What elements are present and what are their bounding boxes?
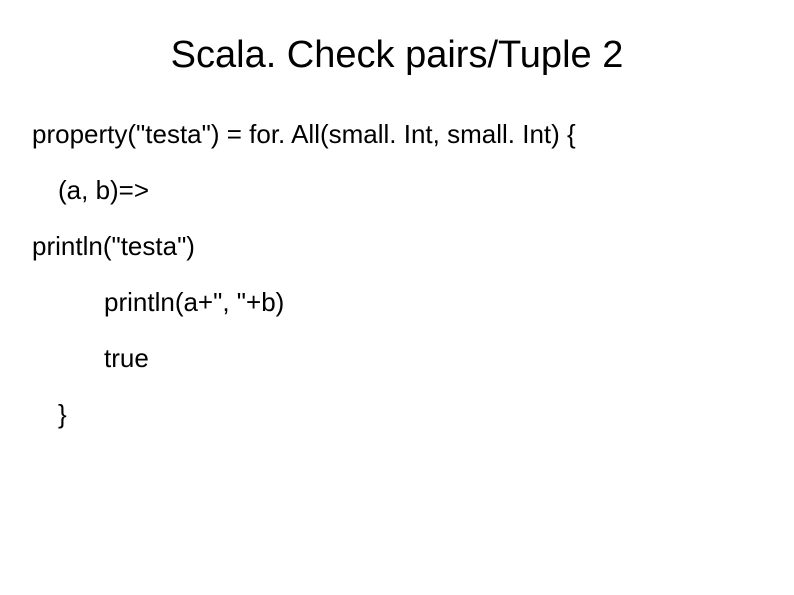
code-block: property("testa") = for. All(small. Int,… — [32, 121, 762, 427]
code-line: (a, b)=> — [32, 177, 762, 203]
code-line: } — [32, 401, 762, 427]
code-line: println(a+", "+b) — [32, 289, 762, 315]
slide-title: Scala. Check pairs/Tuple 2 — [32, 34, 762, 77]
code-line: true — [32, 345, 762, 371]
code-line: property("testa") = for. All(small. Int,… — [32, 121, 762, 147]
code-line: println("testa") — [32, 233, 762, 259]
slide: Scala. Check pairs/Tuple 2 property("tes… — [0, 0, 794, 595]
